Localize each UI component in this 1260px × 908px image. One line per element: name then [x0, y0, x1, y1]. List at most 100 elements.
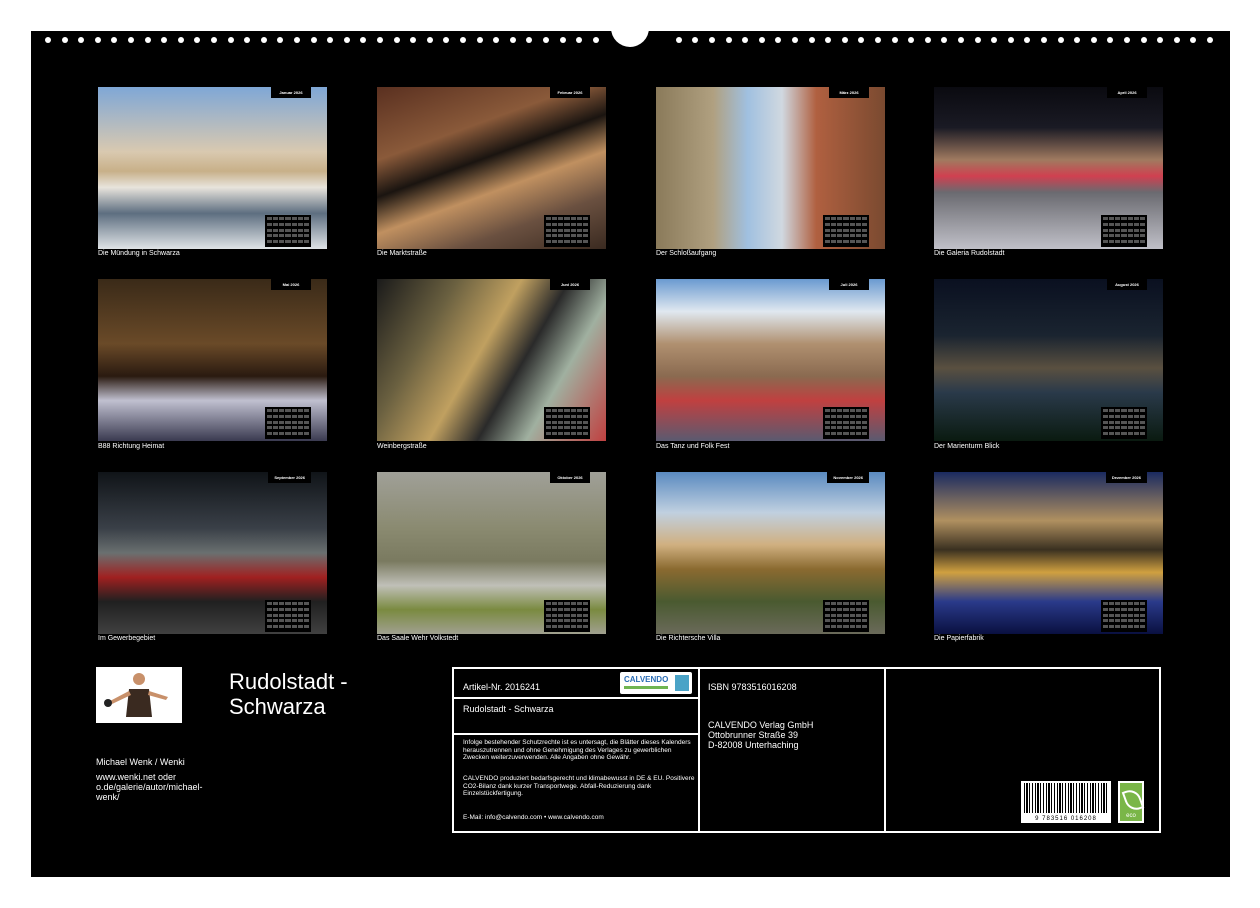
- mini-calendar: [823, 600, 869, 632]
- mini-calendar-day: [558, 234, 564, 238]
- mini-calendar-day: [564, 602, 570, 605]
- month-thumbnail-april[interactable]: April 2026: [934, 87, 1163, 249]
- mini-calendar-day: [267, 602, 273, 605]
- mini-calendar-day: [1103, 414, 1109, 418]
- mini-calendar-day: [843, 228, 849, 232]
- month-thumbnail-may[interactable]: Mai 2026: [98, 279, 327, 441]
- mini-calendar-day: [1109, 240, 1115, 244]
- mini-calendar-day: [576, 217, 582, 220]
- mini-calendar-day: [297, 228, 303, 232]
- month-thumbnail-september[interactable]: September 2026: [98, 472, 327, 634]
- month-caption: Die Richtersche Villa: [656, 635, 721, 642]
- mini-calendar-day: [855, 613, 861, 617]
- month-thumbnail-december[interactable]: Dezember 2026: [934, 472, 1163, 634]
- month-thumbnail-august[interactable]: August 2026: [934, 279, 1163, 441]
- binding-hole: [1207, 37, 1213, 43]
- binding-hole: [1190, 37, 1197, 43]
- mini-calendar-day: [861, 426, 867, 430]
- month-thumbnail-june[interactable]: Juni 2026: [377, 279, 606, 441]
- contact-email[interactable]: E-Mail: info@calvendo.com • www.calvendo…: [463, 814, 695, 822]
- mini-calendar-day: [837, 426, 843, 430]
- mini-calendar-day: [1121, 234, 1127, 238]
- mini-calendar-day: [552, 228, 558, 232]
- mini-calendar-day: [1127, 619, 1133, 623]
- mini-calendar-day: [285, 602, 291, 605]
- mini-calendar-day: [1121, 613, 1127, 617]
- binding-hole: [194, 37, 201, 43]
- mini-calendar-day: [558, 222, 564, 226]
- binding-hole: [1157, 37, 1164, 43]
- mini-calendar-day: [1109, 619, 1115, 623]
- mini-calendar-day: [825, 625, 831, 629]
- month-caption: Der Schloßaufgang: [656, 250, 717, 257]
- month-thumbnail-july[interactable]: Juli 2026: [656, 279, 885, 441]
- divider: [454, 733, 698, 735]
- mini-calendar-day: [291, 414, 297, 418]
- mini-calendar-day: [558, 607, 564, 611]
- mini-calendar-day: [303, 602, 309, 605]
- mini-calendar-day: [1103, 432, 1109, 436]
- mini-calendar: [265, 407, 311, 439]
- month-thumbnail-march[interactable]: März 2026: [656, 87, 885, 249]
- article-number: Artikel-Nr. 2016241: [463, 682, 541, 692]
- mini-calendar-day: [1103, 234, 1109, 238]
- mini-calendar-day: [843, 625, 849, 629]
- mini-calendar-day: [303, 613, 309, 617]
- author-website[interactable]: www.wenki.net oder: [96, 772, 203, 782]
- mini-calendar-day: [546, 420, 552, 424]
- mini-calendar-day: [855, 619, 861, 623]
- mini-calendar-day: [831, 426, 837, 430]
- mini-calendar-day: [546, 222, 552, 226]
- binding-hole: [908, 37, 915, 43]
- mini-calendar-day: [285, 613, 291, 617]
- mini-calendar-day: [825, 607, 831, 611]
- mini-calendar-day: [825, 602, 831, 605]
- binding-hole: [758, 37, 765, 43]
- mini-calendar-day: [285, 240, 291, 244]
- mini-calendar-day: [1109, 613, 1115, 617]
- mini-calendar-day: [267, 426, 273, 430]
- month-caption: Der Marienturm Blick: [934, 443, 1000, 450]
- mini-calendar-day: [267, 420, 273, 424]
- mini-calendar-day: [831, 420, 837, 424]
- mini-calendar-day: [855, 222, 861, 226]
- author-website[interactable]: o.de/galerie/autor/michael-: [96, 782, 203, 792]
- month-tag: Mai 2026: [271, 279, 311, 290]
- mini-calendar-day: [825, 217, 831, 220]
- mini-calendar-day: [843, 409, 849, 412]
- month-thumbnail-october[interactable]: Oktober 2026: [377, 472, 606, 634]
- month-caption: Weinbergstraße: [377, 443, 427, 450]
- binding-hole: [576, 37, 583, 43]
- mini-calendar-day: [849, 409, 855, 412]
- mini-calendar-day: [1121, 432, 1127, 436]
- mini-calendar-day: [303, 228, 309, 232]
- mini-calendar-day: [1121, 414, 1127, 418]
- mini-calendar-day: [279, 217, 285, 220]
- author-figure-icon: [104, 673, 168, 717]
- mini-calendar-day: [849, 602, 855, 605]
- mini-calendar-day: [291, 613, 297, 617]
- mini-calendar: [544, 407, 590, 439]
- mini-calendar-day: [273, 409, 279, 412]
- mini-calendar-day: [558, 613, 564, 617]
- mini-calendar-day: [825, 222, 831, 226]
- author-website[interactable]: wenk/: [96, 792, 203, 802]
- mini-calendar-day: [1139, 607, 1145, 611]
- binding-hole: [1140, 37, 1147, 43]
- binding-hole: [426, 37, 433, 43]
- mini-calendar-day: [1103, 619, 1109, 623]
- month-thumbnail-january[interactable]: Januar 2026: [98, 87, 327, 249]
- mini-calendar: [823, 407, 869, 439]
- mini-calendar-day: [582, 234, 588, 238]
- mini-calendar-day: [1127, 234, 1133, 238]
- mini-calendar-day: [855, 414, 861, 418]
- month-thumbnail-november[interactable]: November 2026: [656, 472, 885, 634]
- binding-hole: [410, 37, 417, 43]
- mini-calendar-day: [552, 602, 558, 605]
- mini-calendar-day: [837, 234, 843, 238]
- mini-calendar-day: [1139, 602, 1145, 605]
- mini-calendar-day: [582, 432, 588, 436]
- month-thumbnail-february[interactable]: Februar 2026: [377, 87, 606, 249]
- mini-calendar-day: [1121, 426, 1127, 430]
- mini-calendar-day: [291, 240, 297, 244]
